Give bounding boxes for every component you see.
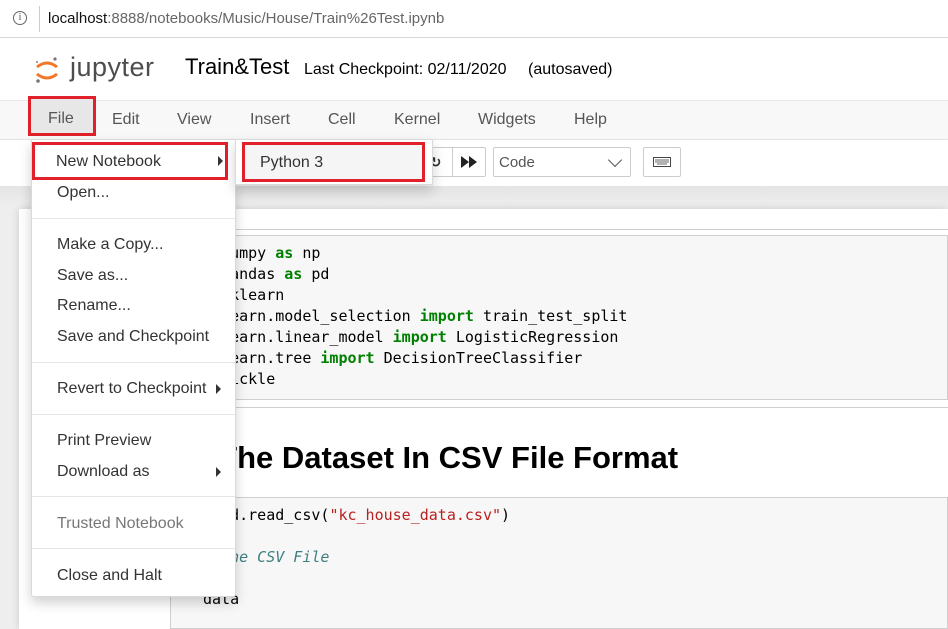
chevron-down-icon: [607, 152, 623, 168]
menu-edit[interactable]: Edit: [112, 111, 140, 129]
file-menu-download-as[interactable]: Download as: [57, 463, 150, 481]
file-menu-dropdown: Open... Make a Copy... Save as... Rename…: [31, 139, 236, 597]
code-token: as: [275, 244, 294, 262]
menu-divider: [32, 218, 235, 219]
url-host: localhost: [48, 10, 108, 27]
keyboard-icon: [653, 157, 671, 167]
submenu-caret-icon: [216, 384, 221, 394]
code-token: LogisticRegression: [446, 328, 619, 346]
code-token: np: [293, 244, 321, 262]
jupyter-logo-icon: [35, 57, 58, 83]
code-token: pd: [302, 265, 330, 283]
url-field[interactable]: localhost:8888/notebooks/Music/House/Tra…: [48, 10, 444, 27]
menu-help[interactable]: Help: [574, 111, 607, 129]
submenu-python3[interactable]: Python 3: [242, 142, 425, 182]
code-cell-imports[interactable]: : numpy as np: pandas as pd: sklearn skle…: [170, 235, 948, 400]
url-path: :8888/notebooks/Music/House/Train%26Test…: [107, 10, 445, 27]
file-menu-new-notebook[interactable]: New Notebook: [32, 142, 228, 180]
file-menu-close-halt[interactable]: Close and Halt: [57, 567, 162, 585]
cell-divider: [170, 229, 948, 230]
file-menu-open[interactable]: Open...: [57, 184, 109, 202]
file-menu-make-copy[interactable]: Make a Copy...: [57, 236, 163, 254]
menu-file-label: File: [48, 110, 74, 127]
file-menu-trusted-notebook: Trusted Notebook: [57, 515, 184, 532]
code-token: train_test_split: [473, 307, 628, 325]
menubar: Edit View Insert Cell Kernel Widgets Hel…: [0, 100, 948, 140]
notebook-header: jupyter Train&Test Last Checkpoint: 02/1…: [0, 38, 948, 100]
menu-insert[interactable]: Insert: [250, 111, 290, 129]
cell-type-value: Code: [499, 154, 535, 171]
code-token: ): [501, 506, 511, 524]
file-menu-save-checkpoint[interactable]: Save and Checkpoint: [57, 328, 209, 346]
run-all-button[interactable]: [452, 147, 486, 177]
menu-widgets[interactable]: Widgets: [478, 111, 536, 129]
menu-divider: [32, 362, 235, 363]
info-icon[interactable]: i: [13, 11, 27, 25]
command-palette-button[interactable]: [643, 147, 681, 177]
menu-file[interactable]: File: [28, 96, 96, 136]
menu-divider: [32, 548, 235, 549]
menu-cell[interactable]: Cell: [328, 111, 356, 129]
code-token: "kc_house_data.csv": [329, 506, 502, 524]
code-line: sklearn.linear_model import LogisticRegr…: [203, 328, 618, 346]
cell-divider: [170, 407, 948, 408]
code-line: sklearn.tree import DecisionTreeClassifi…: [203, 349, 582, 367]
file-menu-rename[interactable]: Rename...: [57, 297, 131, 315]
fast-forward-icon: [461, 156, 477, 168]
browser-address-bar: i localhost:8888/notebooks/Music/House/T…: [0, 0, 948, 38]
notebook-name[interactable]: Train&Test: [185, 54, 289, 80]
jupyter-logo[interactable]: jupyter: [32, 52, 172, 88]
code-line: = pd.read_csv("kc_house_data.csv"): [203, 506, 510, 524]
markdown-heading: adThe Dataset In CSV File Format: [182, 440, 679, 475]
jupyter-wordmark: jupyter: [70, 52, 155, 82]
menu-divider: [32, 496, 235, 497]
last-checkpoint: Last Checkpoint: 02/11/2020: [304, 61, 507, 78]
python3-label: Python 3: [260, 154, 324, 171]
submenu-caret-icon: [218, 156, 223, 166]
code-token: import: [419, 307, 474, 325]
file-menu-revert-checkpoint[interactable]: Revert to Checkpoint: [57, 380, 206, 398]
code-token: DecisionTreeClassifier: [374, 349, 583, 367]
address-divider: [39, 6, 40, 32]
code-cell-read-csv[interactable]: = pd.read_csv("kc_house_data.csv"): the …: [170, 497, 948, 629]
autosave-status: (autosaved): [528, 61, 613, 78]
code-token: pd.read_csv(: [221, 506, 330, 524]
cell-type-select[interactable]: Code: [493, 147, 631, 177]
menu-view[interactable]: View: [177, 111, 211, 129]
file-menu-save-as[interactable]: Save as...: [57, 267, 128, 285]
menu-kernel[interactable]: Kernel: [394, 111, 440, 129]
code-line: sklearn.model_selection import train_tes…: [203, 307, 627, 325]
submenu-caret-icon: [216, 467, 221, 477]
code-token: as: [284, 265, 303, 283]
code-token: import: [392, 328, 447, 346]
new-notebook-label: New Notebook: [56, 153, 161, 170]
file-menu-print-preview[interactable]: Print Preview: [57, 432, 151, 450]
menu-divider: [32, 414, 235, 415]
code-token: import: [320, 349, 375, 367]
